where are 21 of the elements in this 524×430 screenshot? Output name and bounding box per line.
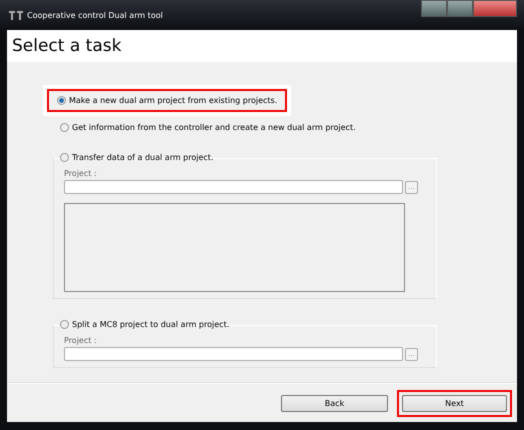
option-label[interactable]: Get information from the controller and create a new dual arm project. <box>72 123 356 132</box>
page-title: Select a task <box>12 36 122 56</box>
project-label: Project : <box>64 169 97 178</box>
maximize-button[interactable] <box>447 0 473 17</box>
window-title: Cooperative control Dual arm tool <box>27 10 163 20</box>
radio-button[interactable] <box>57 96 66 105</box>
radio-button[interactable] <box>60 153 69 162</box>
option-label[interactable]: Make a new dual arm project from existing projects. <box>69 96 278 105</box>
option-label[interactable]: Split a MC8 project to dual arm project. <box>72 320 230 329</box>
minimize-button[interactable] <box>421 0 447 17</box>
project-field[interactable] <box>64 180 403 194</box>
radio-button[interactable] <box>60 123 69 132</box>
back-button[interactable]: Back <box>281 394 388 412</box>
project-list[interactable] <box>64 203 405 292</box>
close-button[interactable] <box>473 0 517 17</box>
app-icon <box>9 10 23 20</box>
option-label[interactable]: Transfer data of a dual arm project. <box>72 153 214 162</box>
next-button[interactable]: Next <box>402 394 507 412</box>
radio-button[interactable] <box>60 320 69 329</box>
project-field[interactable] <box>64 347 403 361</box>
project-label: Project : <box>64 336 97 345</box>
